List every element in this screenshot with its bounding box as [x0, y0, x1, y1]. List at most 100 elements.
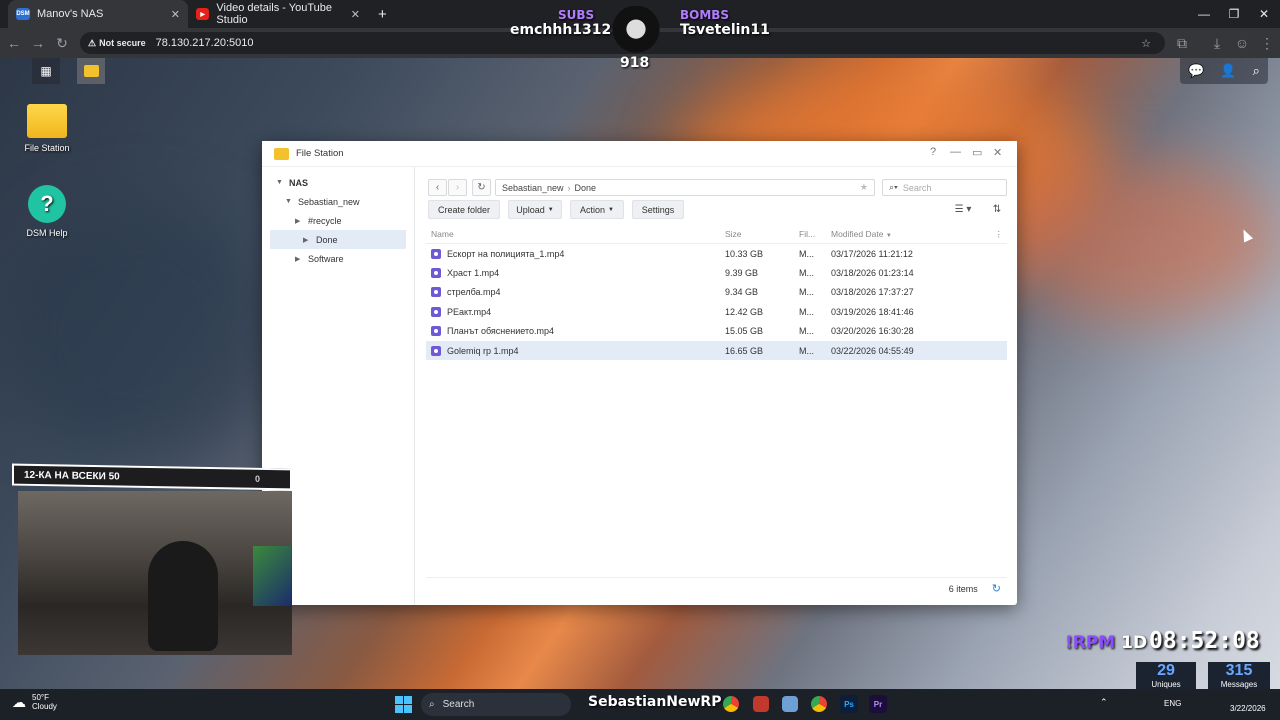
tree-node-sebastian-new[interactable]: ▼ Sebastian_new — [262, 192, 414, 211]
video-file-icon — [431, 306, 441, 317]
caret-down-icon[interactable]: ▼ — [276, 179, 284, 186]
tree-node-software[interactable]: ▶ Software — [262, 249, 414, 268]
tree-node-done[interactable]: ▶ Done — [270, 230, 406, 249]
favorite-star-icon[interactable]: ★ — [860, 182, 868, 193]
caret-down-icon[interactable]: ▼ — [285, 198, 293, 205]
help-icon[interactable]: ? — [930, 146, 936, 158]
webcam-feed — [18, 491, 292, 655]
tree-node-recycle[interactable]: ▶ #recycle — [262, 211, 414, 230]
window-titlebar: File Station ? — ▭ ✕ — [262, 141, 1017, 167]
folder-icon — [274, 147, 289, 160]
search-icon: ⌕▾ — [889, 182, 898, 192]
file-name: Храст 1.mp4 — [447, 267, 500, 278]
close-icon[interactable]: ✕ — [993, 146, 1002, 159]
column-name[interactable]: Name — [426, 229, 723, 239]
forward-icon[interactable]: → — [26, 31, 50, 55]
dsm-icon: DSM — [16, 8, 30, 20]
extensions-icon[interactable]: ⧉ — [1170, 31, 1194, 55]
minimize-icon[interactable]: — — [950, 146, 961, 158]
bookmark-star-icon[interactable]: ☆ — [1141, 37, 1151, 50]
main-menu-button[interactable]: ▦ — [32, 58, 60, 84]
app-icon[interactable] — [753, 696, 769, 712]
search-input[interactable]: ⌕▾ Search — [882, 179, 1007, 196]
download-icon[interactable]: ⤓ — [1205, 31, 1229, 55]
file-station-taskbar-button[interactable] — [77, 58, 105, 84]
start-button[interactable] — [395, 696, 412, 713]
refresh-icon[interactable]: ↻ — [992, 582, 1001, 595]
status-bar: 6 items ↻ — [426, 577, 1007, 599]
table-row[interactable]: Ескорт на полицията_1.mp4 10.33 GB M... … — [426, 244, 1007, 263]
subs-user: emchhh1312 — [510, 22, 612, 38]
tab-youtube-studio[interactable]: ▶ Video details - YouTube Studio ✕ — [188, 0, 368, 28]
table-header: Name Size Fil... Modified Date ▼ ⋮ — [426, 225, 1007, 244]
desktop-icon-dsm-help[interactable]: ? DSM Help — [12, 185, 82, 238]
sort-icon[interactable]: ⇅ — [987, 201, 1007, 218]
date-text[interactable]: 3/22/2026 — [1230, 704, 1266, 713]
list-view-icon[interactable]: ☰ ▾ — [948, 201, 978, 218]
file-size: 12.42 GB — [725, 306, 764, 317]
table-row[interactable]: РЕакт.mp4 12.42 GB M... 03/19/2026 18:41… — [426, 302, 1007, 321]
profile-icon[interactable]: ☺ — [1230, 31, 1254, 55]
action-button[interactable]: Action ▼ — [570, 200, 624, 219]
chrome-icon[interactable] — [811, 696, 827, 712]
close-window-icon[interactable]: ✕ — [1248, 0, 1280, 28]
user-icon[interactable]: 👤 — [1220, 63, 1236, 79]
close-icon[interactable]: ✕ — [171, 8, 180, 21]
not-secure-badge[interactable]: ⚠ Not secure — [88, 38, 146, 49]
bombs-user: Tsvetelin11 — [680, 22, 770, 38]
close-icon[interactable]: ✕ — [351, 8, 360, 21]
search-icon[interactable]: ⌕ — [1253, 63, 1260, 79]
table-row[interactable]: стрелба.mp4 9.34 GB M... 03/18/2026 17:3… — [426, 282, 1007, 301]
table-row[interactable]: Golemiq rp 1.mp4 16.65 GB M... 03/22/202… — [426, 341, 1007, 360]
minimize-icon[interactable]: — — [1188, 0, 1220, 28]
caret-right-icon[interactable]: ▶ — [295, 255, 303, 263]
desktop-icon-file-station[interactable]: File Station — [12, 104, 82, 153]
cloud-icon: ☁ — [12, 693, 26, 710]
maximize-icon[interactable]: ▭ — [972, 146, 982, 159]
chat-icon[interactable]: 💬 — [1188, 63, 1204, 79]
caret-right-icon[interactable]: ▶ — [303, 236, 311, 244]
item-count: 6 items — [948, 583, 978, 594]
video-file-icon — [431, 286, 441, 297]
file-name: Ескорт на полицията_1.mp4 — [447, 248, 565, 259]
breadcrumb-item[interactable]: Sebastian_new — [502, 183, 564, 193]
back-button[interactable]: ‹ — [428, 179, 447, 196]
menu-icon[interactable]: ⋮ — [1255, 31, 1279, 55]
table-row[interactable]: Планът обяснението.mp4 15.05 GB M... 03/… — [426, 321, 1007, 340]
language-indicator[interactable]: ENG — [1164, 699, 1181, 708]
upload-button[interactable]: Upload ▼ — [508, 200, 562, 219]
settings-button[interactable]: Settings — [632, 200, 684, 219]
photoshop-icon[interactable]: Ps — [840, 695, 858, 713]
search-placeholder: Search — [902, 182, 932, 193]
file-modified: 03/18/2026 01:23:14 — [831, 267, 914, 278]
reload-icon[interactable]: ↻ — [50, 31, 74, 55]
caret-down-icon: ▼ — [608, 206, 614, 213]
subs-label: SUBS — [558, 8, 595, 22]
column-size[interactable]: Size — [723, 229, 799, 239]
table-row[interactable]: Храст 1.mp4 9.39 GB M... 03/18/2026 01:2… — [426, 263, 1007, 282]
messages-value: 315 — [1225, 662, 1253, 679]
breadcrumb[interactable]: Sebastian_new › Done ★ — [495, 179, 875, 196]
tree-node-nas[interactable]: ▼ NAS — [262, 173, 414, 192]
column-modified[interactable]: Modified Date ▼ — [829, 229, 999, 239]
caret-right-icon[interactable]: ▶ — [295, 217, 303, 225]
taskbar-search[interactable]: ⌕ Search — [421, 693, 571, 716]
back-icon[interactable]: ← — [2, 31, 26, 55]
column-options-icon[interactable]: ⋮ — [995, 229, 1004, 240]
column-type[interactable]: Fil... — [799, 229, 829, 239]
stream-clock: 08:52:08 — [1149, 628, 1260, 654]
cam-banner: 12-КА НА ВСЕКИ 50 0 — [12, 463, 292, 491]
app-icon[interactable] — [782, 696, 798, 712]
premiere-icon[interactable]: Pr — [869, 695, 887, 713]
tray-chevron-icon[interactable]: ⌃ — [1100, 697, 1108, 708]
refresh-button[interactable]: ↻ — [472, 179, 491, 196]
forward-button[interactable]: › — [448, 179, 467, 196]
create-folder-button[interactable]: Create folder — [428, 200, 500, 219]
breadcrumb-item[interactable]: Done — [575, 183, 597, 193]
chrome-icon[interactable] — [723, 696, 739, 712]
new-tab-icon[interactable]: + — [378, 6, 387, 23]
tab-manovs-nas[interactable]: DSM Manov's NAS ✕ — [8, 0, 188, 28]
weather-widget[interactable]: ☁ 50°F Cloudy — [12, 693, 57, 711]
file-size: 15.05 GB — [725, 325, 764, 336]
maximize-icon[interactable]: ❐ — [1218, 0, 1250, 28]
